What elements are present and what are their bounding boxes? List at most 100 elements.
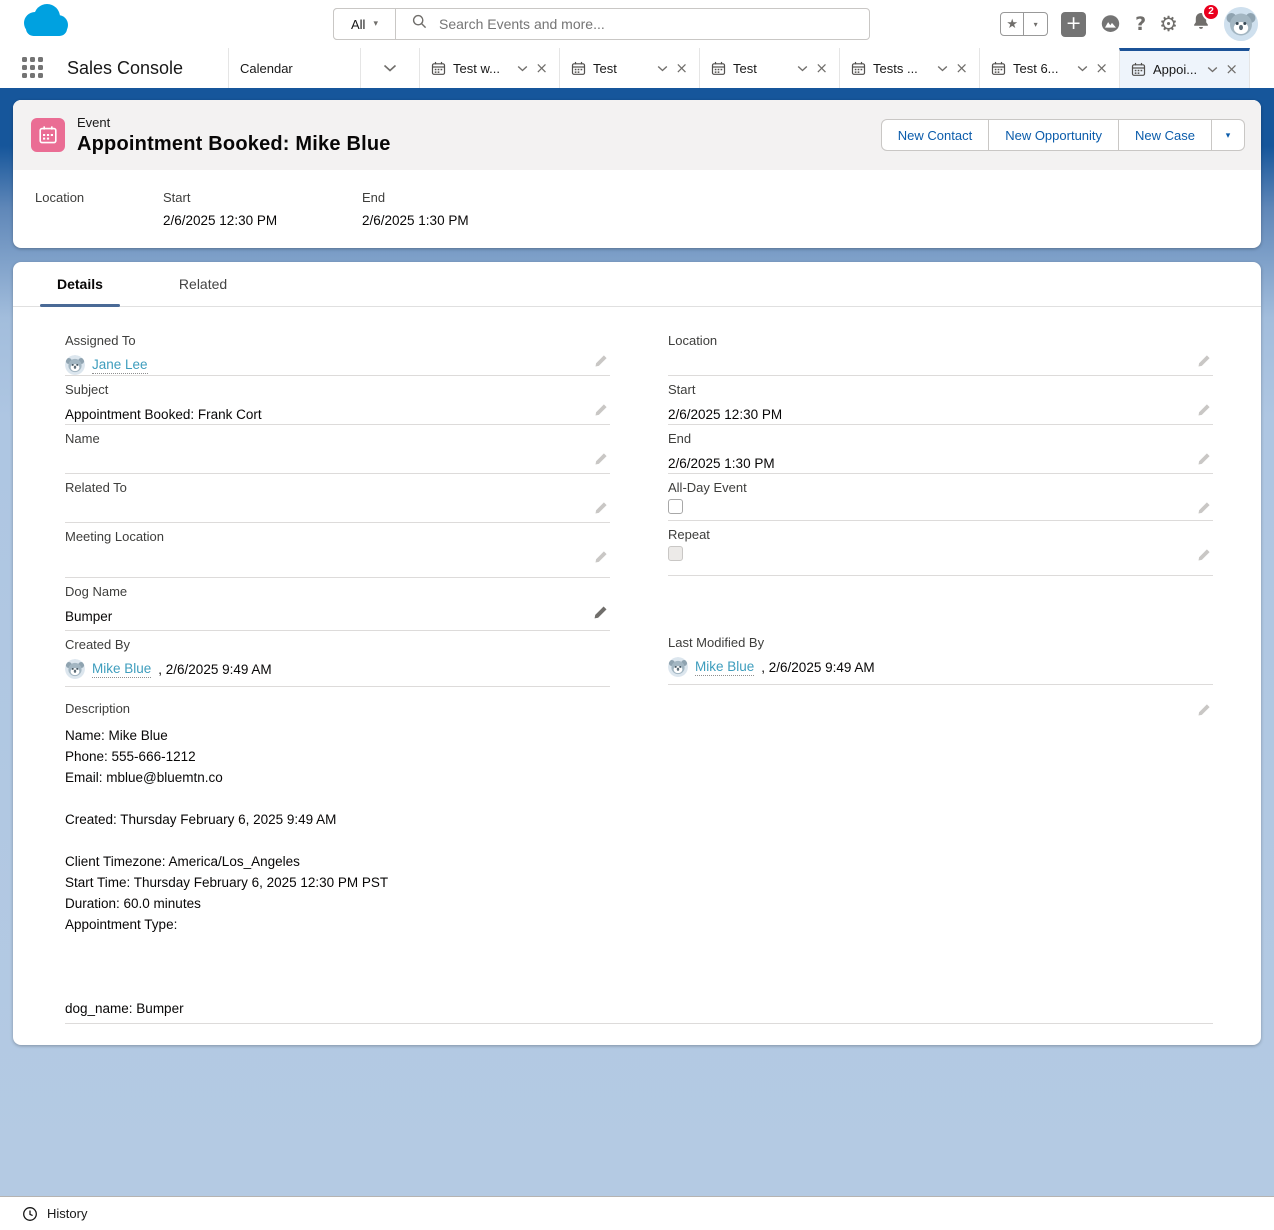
field-value: Appointment Booked: Frank Cort xyxy=(65,407,262,422)
favorites-star-icon[interactable]: ★ xyxy=(1001,13,1024,35)
field-label: End xyxy=(668,431,1213,446)
description-line: Appointment Type: xyxy=(65,914,1213,935)
edit-pencil-icon[interactable] xyxy=(1197,548,1211,562)
nav-tab-calendar[interactable]: Calendar xyxy=(228,48,360,88)
edit-pencil-icon[interactable] xyxy=(594,550,608,564)
avatar xyxy=(668,657,688,677)
new-opportunity-button[interactable]: New Opportunity xyxy=(989,119,1119,151)
search-scope-label: All xyxy=(351,17,365,32)
assigned-to-link[interactable]: Jane Lee xyxy=(92,357,148,374)
compact-field-value xyxy=(35,213,163,230)
chevron-down-icon[interactable] xyxy=(797,65,808,72)
edit-pencil-icon[interactable] xyxy=(593,605,608,620)
workspace-tab[interactable]: Test 6... × xyxy=(979,48,1119,88)
app-launcher-icon[interactable] xyxy=(22,57,43,78)
all-day-event-checkbox[interactable] xyxy=(668,499,683,514)
field-label: Last Modified By xyxy=(668,635,1213,650)
search-input[interactable] xyxy=(437,15,869,33)
field-label: Location xyxy=(668,333,1213,348)
chevron-down-icon[interactable] xyxy=(937,65,948,72)
field-value: 2/6/2025 1:30 PM xyxy=(668,456,775,471)
close-icon[interactable]: × xyxy=(675,61,688,76)
chevron-down-icon[interactable] xyxy=(657,65,668,72)
workspace-tab[interactable]: Tests ... × xyxy=(839,48,979,88)
edit-pencil-icon[interactable] xyxy=(1197,354,1211,368)
field-value: Bumper xyxy=(65,609,112,624)
app-name: Sales Console xyxy=(67,48,183,88)
description-line: Created: Thursday February 6, 2025 9:49 … xyxy=(65,809,1213,830)
detail-column-right: Location Start 2/6/2025 12:30 PM End 2/6… xyxy=(668,327,1213,687)
notification-count-badge: 2 xyxy=(1202,3,1220,21)
description-line: Duration: 60.0 minutes xyxy=(65,893,1213,914)
event-calendar-icon xyxy=(571,61,586,76)
new-case-button[interactable]: New Case xyxy=(1119,119,1212,151)
edit-pencil-icon[interactable] xyxy=(1197,703,1211,717)
console-nav-bar: Sales Console Calendar Test w... × Test … xyxy=(0,48,1274,88)
last-modified-by-link[interactable]: Mike Blue xyxy=(695,659,754,676)
favorites-dropdown-icon[interactable]: ▾ xyxy=(1024,13,1047,35)
edit-pencil-icon[interactable] xyxy=(594,501,608,515)
field-dog-name: Dog Name Bumper xyxy=(65,578,610,631)
chevron-down-icon[interactable] xyxy=(1077,65,1088,72)
field-label: Name xyxy=(65,431,610,446)
edit-pencil-icon[interactable] xyxy=(594,354,608,368)
edit-pencil-icon[interactable] xyxy=(594,452,608,466)
workspace-tab[interactable]: Test w... × xyxy=(419,48,559,88)
field-subject: Subject Appointment Booked: Frank Cort xyxy=(65,376,610,425)
search-scope-button[interactable]: All ▾ xyxy=(333,8,396,40)
edit-pencil-icon[interactable] xyxy=(1197,452,1211,466)
main-content: Event Appointment Booked: Mike Blue New … xyxy=(0,88,1274,1196)
field-assigned-to: Assigned To Jane Lee xyxy=(65,327,610,376)
new-contact-button[interactable]: New Contact xyxy=(881,119,989,151)
description-line: dog_name: Bumper xyxy=(65,998,1213,1019)
chevron-down-icon[interactable] xyxy=(517,65,528,72)
field-name: Name xyxy=(65,425,610,474)
description-line xyxy=(65,977,1213,998)
nav-tab-dropdown-button[interactable] xyxy=(360,48,419,88)
close-icon[interactable]: × xyxy=(535,61,548,76)
close-icon[interactable]: × xyxy=(1225,62,1238,77)
last-modified-datetime: , 2/6/2025 9:49 AM xyxy=(761,660,874,675)
edit-pencil-icon[interactable] xyxy=(1197,403,1211,417)
salesforce-cloud-logo-icon[interactable] xyxy=(14,2,74,51)
edit-pencil-icon[interactable] xyxy=(594,403,608,417)
detail-field-grid: Assigned To Jane Lee Subject Appointment… xyxy=(13,307,1261,687)
global-actions-plus-icon[interactable]: + xyxy=(1061,12,1086,37)
notifications-bell-icon[interactable]: 2 xyxy=(1191,11,1211,38)
setup-gear-icon[interactable]: ⚙ xyxy=(1159,14,1178,35)
field-created-by: Created By Mike Blue , 2/6/2025 9:49 AM xyxy=(65,631,610,687)
record-entity-label: Event xyxy=(77,115,391,130)
user-avatar[interactable] xyxy=(1224,7,1258,41)
close-icon[interactable]: × xyxy=(815,61,828,76)
field-last-modified-by: Last Modified By Mike Blue , 2/6/2025 9:… xyxy=(668,629,1213,685)
description-line: Name: Mike Blue xyxy=(65,725,1213,746)
close-icon[interactable]: × xyxy=(955,61,968,76)
search-icon xyxy=(412,14,427,34)
description-line: Start Time: Thursday February 6, 2025 12… xyxy=(65,872,1213,893)
workspace-tab-active[interactable]: Appoi... × xyxy=(1119,48,1250,88)
field-label: Start xyxy=(668,382,1213,397)
created-by-link[interactable]: Mike Blue xyxy=(92,661,151,678)
chevron-down-icon[interactable] xyxy=(1207,66,1218,73)
event-record-icon xyxy=(31,118,65,152)
global-search[interactable]: All ▾ xyxy=(333,8,870,40)
tab-details[interactable]: Details xyxy=(40,262,120,306)
workspace-tab[interactable]: Test × xyxy=(559,48,699,88)
compact-field-value: 2/6/2025 1:30 PM xyxy=(362,213,469,230)
description-line: Phone: 555-666-1212 xyxy=(65,746,1213,767)
avatar xyxy=(65,355,85,375)
field-label: Subject xyxy=(65,382,610,397)
description-line xyxy=(65,830,1213,851)
event-calendar-icon xyxy=(851,61,866,76)
tab-related[interactable]: Related xyxy=(162,262,244,306)
more-actions-dropdown-button[interactable]: ▾ xyxy=(1212,119,1245,151)
guidance-center-icon[interactable] xyxy=(1099,13,1122,35)
history-utility-button[interactable]: History xyxy=(47,1206,87,1221)
close-icon[interactable]: × xyxy=(1095,61,1108,76)
edit-pencil-icon[interactable] xyxy=(1197,501,1211,515)
record-compact-fields: Location Start 2/6/2025 12:30 PM End 2/6… xyxy=(13,170,1261,230)
record-header-card: Event Appointment Booked: Mike Blue New … xyxy=(13,100,1261,248)
workspace-tab[interactable]: Test × xyxy=(699,48,839,88)
record-detail-card: Details Related Assigned To Jane Lee Sub… xyxy=(13,262,1261,1045)
help-icon[interactable]: ? xyxy=(1135,13,1146,35)
